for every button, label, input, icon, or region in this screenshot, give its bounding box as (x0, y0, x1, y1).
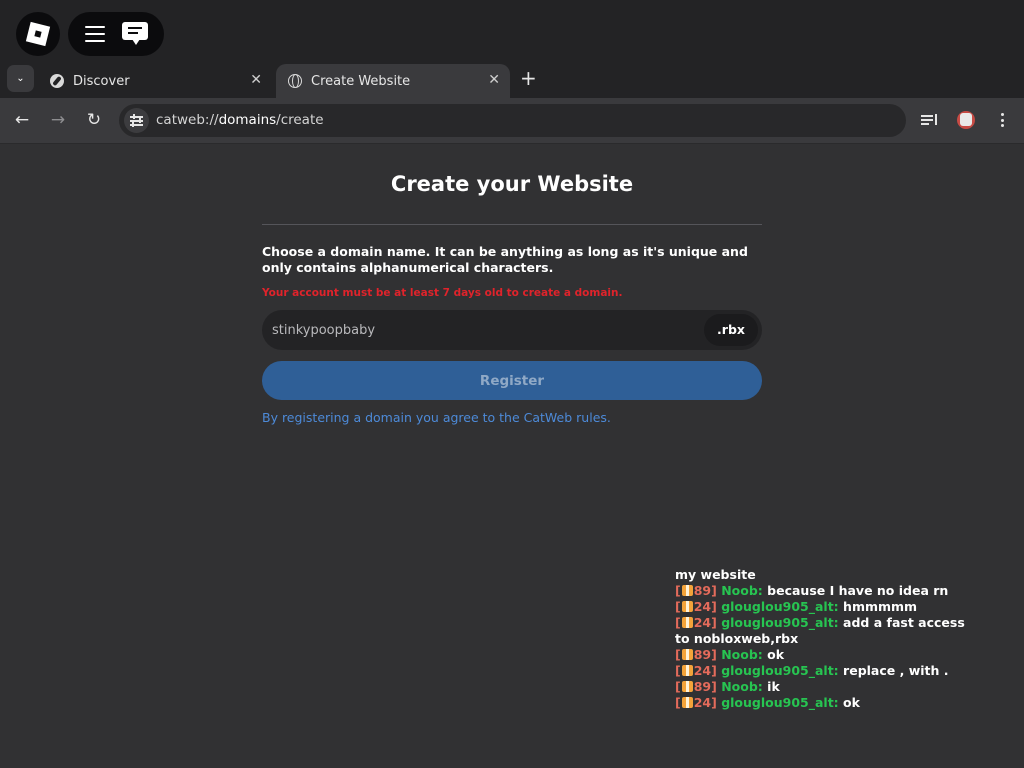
chat-text: replace , with . (843, 663, 949, 678)
chat-icon[interactable] (121, 22, 148, 46)
gift-icon (681, 617, 693, 628)
gift-icon (681, 649, 693, 660)
tab-discover[interactable]: Discover ✕ (38, 64, 272, 98)
close-icon[interactable]: ✕ (250, 72, 262, 88)
chat-message: [24] glouglou905_alt: add a fast access … (675, 615, 975, 647)
divider (262, 224, 762, 225)
back-button[interactable]: ← (11, 109, 33, 131)
chat-message: my website (675, 567, 756, 582)
url-path: /create (276, 112, 324, 128)
chat-text: hmmmmm (843, 599, 918, 614)
level-badge: [24] (675, 599, 717, 614)
url-scheme: catweb:// (156, 112, 219, 128)
level-badge: [24] (675, 615, 717, 630)
level-badge: [89] (675, 647, 717, 662)
level-badge: [89] (675, 679, 717, 694)
domain-description: Choose a domain name. It can be anything… (262, 244, 748, 275)
roblox-logo-button[interactable] (16, 12, 60, 56)
chat-message: [89] Noob: because I have no idea rn (675, 583, 975, 599)
tld-badge: .rbx (704, 314, 758, 346)
gift-icon (681, 697, 693, 708)
extension-avatar-icon[interactable] (957, 111, 975, 129)
chat-log: my website [89] Noob: because I have no … (675, 567, 975, 711)
tab-create-website[interactable]: Create Website ✕ (276, 64, 510, 98)
globe-icon (288, 74, 302, 88)
tab-list-button[interactable]: ⌄ (7, 65, 34, 92)
hamburger-menu-icon[interactable] (84, 26, 105, 42)
roblox-topbar (0, 0, 1024, 62)
chat-username[interactable]: Noob: (721, 679, 763, 694)
new-tab-button[interactable]: + (520, 68, 537, 88)
site-settings-icon[interactable] (124, 108, 149, 133)
address-bar[interactable]: catweb://domains/create (119, 104, 906, 137)
chat-message: [24] glouglou905_alt: replace , with . (675, 663, 975, 679)
page-title: Create your Website (390, 172, 634, 196)
chat-username[interactable]: glouglou905_alt: (721, 615, 838, 630)
gift-icon (681, 665, 693, 676)
domain-field: .rbx (262, 310, 762, 350)
chat-message: [24] glouglou905_alt: hmmmmm (675, 599, 975, 615)
chat-username[interactable]: glouglou905_alt: (721, 599, 838, 614)
kebab-menu-icon[interactable] (992, 113, 1012, 127)
register-button[interactable]: Register (262, 361, 762, 400)
chat-text: because I have no idea rn (767, 583, 949, 598)
chat-username[interactable]: glouglou905_alt: (721, 663, 838, 678)
chat-username[interactable]: glouglou905_alt: (721, 695, 838, 710)
level-badge: [24] (675, 663, 717, 678)
chat-text: ok (767, 647, 785, 662)
level-badge: [89] (675, 583, 717, 598)
gift-icon (681, 585, 693, 596)
roblox-menu-pill (68, 12, 164, 56)
compass-icon (50, 74, 64, 88)
browser-toolbar: ← → ↻ catweb://domains/create (0, 98, 1024, 144)
domain-input[interactable] (262, 310, 692, 350)
chat-username[interactable]: Noob: (721, 583, 763, 598)
chat-message: [89] Noob: ok (675, 647, 975, 663)
tab-label: Discover (73, 73, 130, 89)
media-queue-icon[interactable] (921, 110, 941, 130)
tab-label: Create Website (311, 73, 411, 89)
chat-message: [24] glouglou905_alt: ok (675, 695, 975, 711)
gift-icon (681, 681, 693, 692)
chat-message: [89] Noob: ik (675, 679, 975, 695)
chat-text: ik (767, 679, 780, 694)
tab-strip: ⌄ Discover ✕ Create Website ✕ + (0, 62, 1024, 98)
chat-text: ok (843, 695, 860, 710)
url-text: catweb://domains/create (156, 112, 324, 128)
url-host: domains (218, 112, 277, 128)
roblox-logo-icon (25, 21, 51, 47)
chat-username[interactable]: Noob: (721, 647, 763, 662)
account-age-warning: Your account must be at least 7 days old… (262, 287, 623, 299)
close-icon[interactable]: ✕ (488, 72, 500, 88)
level-badge: [24] (675, 695, 717, 710)
chevron-down-icon: ⌄ (16, 73, 25, 84)
catweb-rules-link[interactable]: By registering a domain you agree to the… (262, 410, 611, 425)
forward-button[interactable]: → (47, 109, 69, 131)
reload-button[interactable]: ↻ (83, 109, 105, 131)
gift-icon (681, 601, 693, 612)
